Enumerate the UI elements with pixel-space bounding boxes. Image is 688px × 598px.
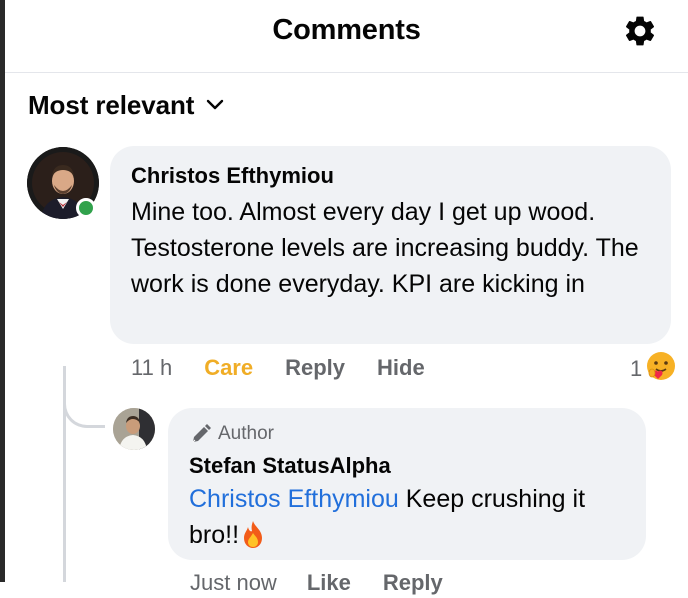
fire-emoji-icon xyxy=(239,521,267,549)
chevron-down-icon xyxy=(206,99,224,111)
author-badge: Author xyxy=(190,423,274,445)
reply-actions: Just now Like Reply xyxy=(190,568,475,598)
comment-timestamp[interactable]: 11 h xyxy=(131,355,172,381)
reaction-summary[interactable]: 1 xyxy=(630,351,676,387)
gear-icon xyxy=(625,16,655,46)
reply-author-name[interactable]: Stefan StatusAlpha xyxy=(189,453,391,479)
pen-icon xyxy=(190,423,212,445)
reply-text: Christos Efthymiou Keep crushing it bro!… xyxy=(189,481,634,553)
author-badge-label: Author xyxy=(218,423,274,444)
reaction-count: 1 xyxy=(630,356,643,381)
reply-reply-button[interactable]: Reply xyxy=(383,570,443,596)
comment-bubble: Christos Efthymiou Mine too. Almost ever… xyxy=(110,146,671,344)
page-title: Comments xyxy=(272,14,421,46)
hide-button[interactable]: Hide xyxy=(377,355,425,381)
reply-button[interactable]: Reply xyxy=(285,355,345,381)
mention-link[interactable]: Christos Efthymiou xyxy=(189,485,399,513)
reply-avatar[interactable] xyxy=(113,408,155,450)
reply-bubble: Author Stefan StatusAlpha Christos Efthy… xyxy=(168,408,646,560)
sort-label: Most relevant xyxy=(28,89,195,120)
settings-button[interactable] xyxy=(620,11,660,51)
online-status-dot xyxy=(76,198,96,218)
comment-actions: 11 h Care Reply Hide xyxy=(131,352,457,384)
comment-text: Mine too. Almost every day I get up wood… xyxy=(131,198,639,298)
like-button[interactable]: Like xyxy=(307,570,351,596)
sort-dropdown[interactable]: Most relevant xyxy=(28,88,224,122)
comment-author-name[interactable]: Christos Efthymiou xyxy=(131,163,334,189)
header-bar: Comments xyxy=(5,0,688,73)
reply-timestamp[interactable]: Just now xyxy=(190,570,277,596)
window-edge xyxy=(0,0,5,582)
thread-connector xyxy=(63,392,105,428)
care-reaction-button[interactable]: Care xyxy=(204,355,253,381)
care-emoji-icon xyxy=(646,351,676,387)
